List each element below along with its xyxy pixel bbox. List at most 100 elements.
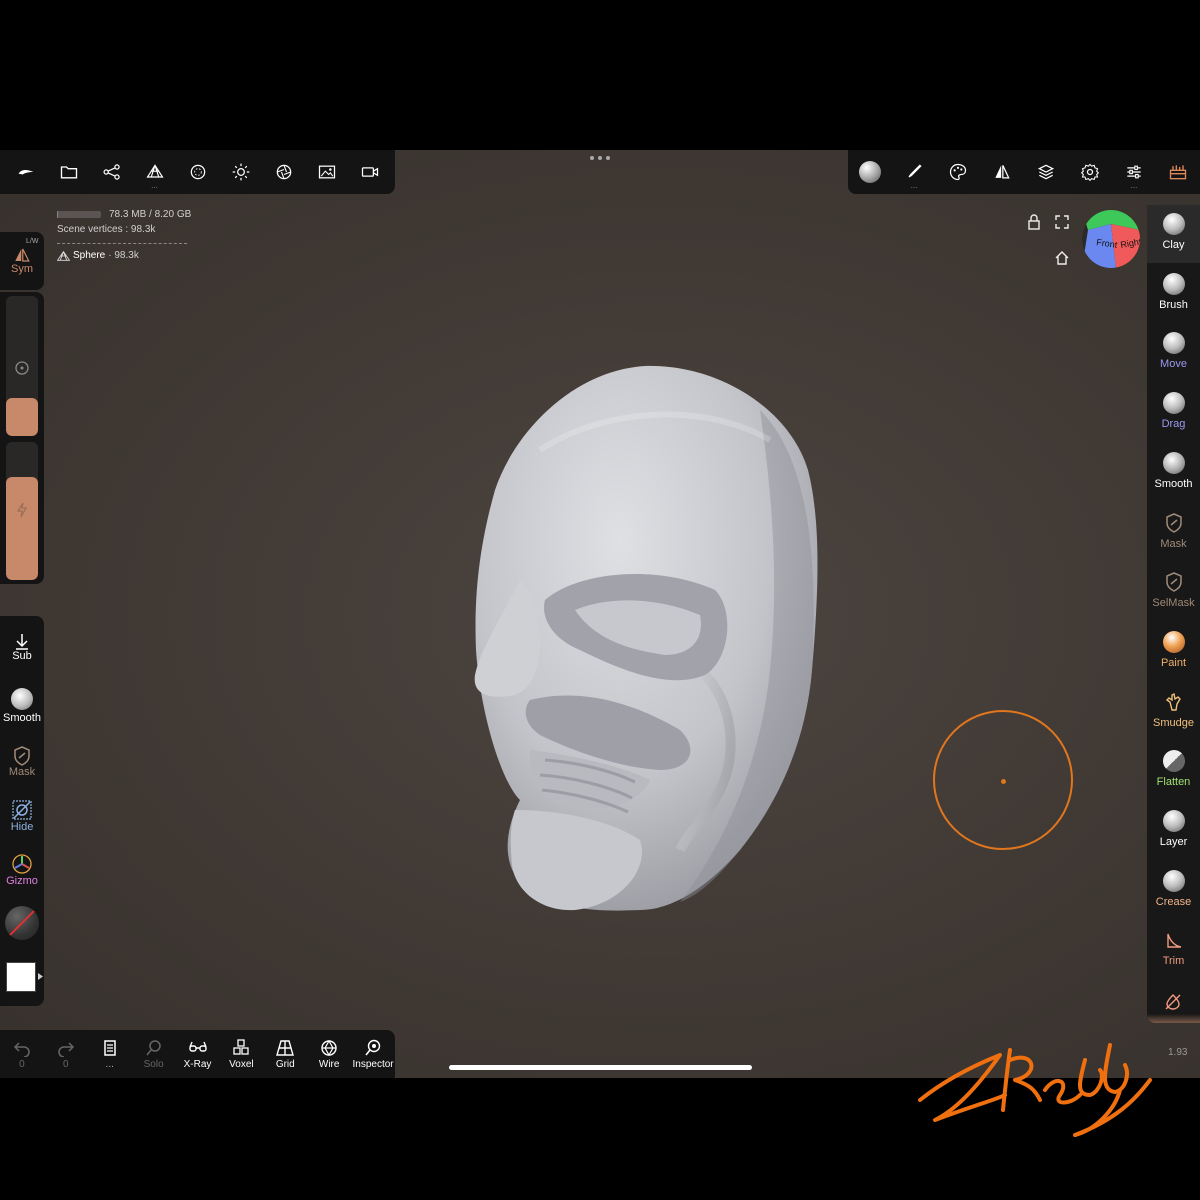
- bottom-toolbar: 0 0 ... Solo X-Ray Voxel Grid Wire Inspe…: [0, 1030, 395, 1078]
- layers-icon[interactable]: [1029, 155, 1063, 189]
- material-sphere-icon[interactable]: [853, 155, 887, 189]
- video-icon[interactable]: [353, 155, 387, 189]
- tool-label: Paint: [1160, 656, 1187, 669]
- solo-search-icon: [146, 1039, 161, 1055]
- flatten-icon: [1162, 749, 1186, 773]
- tool-label: Layer: [1159, 836, 1188, 848]
- logo-icon[interactable]: [9, 155, 43, 189]
- folder-icon[interactable]: [52, 155, 86, 189]
- object-name: Sphere: [73, 250, 106, 261]
- tool-move[interactable]: Move: [1147, 324, 1200, 382]
- grid-button[interactable]: Grid: [263, 1039, 307, 1070]
- palette-icon[interactable]: [941, 155, 975, 189]
- tool-label: Flatten: [1156, 776, 1191, 789]
- tool-label: Crease: [1155, 895, 1192, 908]
- viewport-canvas[interactable]: [0, 150, 1200, 1078]
- smooth-icon: [11, 688, 33, 710]
- skull-model: [474, 365, 818, 911]
- wire-button[interactable]: Wire: [307, 1039, 351, 1070]
- tool-trim[interactable]: Trim: [1147, 921, 1200, 979]
- tool-selmask[interactable]: SelMask: [1147, 563, 1200, 621]
- symmetry-icon[interactable]: [985, 155, 1019, 189]
- xray-button[interactable]: X-Ray: [176, 1039, 220, 1070]
- zoom-level: 1.93: [1168, 1047, 1188, 1058]
- home-indicator[interactable]: [449, 1065, 752, 1070]
- voxel-button[interactable]: Voxel: [219, 1038, 263, 1070]
- tool-layer[interactable]: Layer: [1147, 802, 1200, 860]
- inspector-label: Inspector: [352, 1058, 394, 1070]
- camera-aperture-icon[interactable]: [267, 155, 301, 189]
- tool-label: Mask: [1160, 537, 1187, 550]
- lock-icon[interactable]: [1027, 214, 1041, 230]
- tool-crease[interactable]: Crease: [1147, 862, 1200, 920]
- solo-button[interactable]: Solo: [132, 1039, 176, 1070]
- tool-smooth[interactable]: Smooth: [1147, 444, 1200, 502]
- hide-button[interactable]: Hide: [0, 790, 44, 842]
- redo-icon: [58, 1041, 74, 1057]
- layer-icon: [1162, 809, 1186, 833]
- matcap-swatch[interactable]: [5, 906, 39, 940]
- color-swatch[interactable]: [6, 962, 36, 992]
- tool-brush[interactable]: Brush: [1147, 265, 1200, 323]
- brush-stroke-icon[interactable]: ...: [897, 155, 931, 190]
- tool-clay[interactable]: Clay: [1147, 205, 1200, 263]
- fullscreen-icon[interactable]: [1055, 215, 1069, 229]
- tool-label: Smudge: [1153, 716, 1194, 729]
- sculpt-app: ... ... ... 78.3 MB / 8.20 GB Scene vert…: [0, 150, 1200, 1078]
- color-expand-icon[interactable]: [38, 973, 43, 980]
- stats-divider: [57, 243, 187, 244]
- undo-icon: [13, 1041, 30, 1057]
- topology-icon[interactable]: ...: [138, 155, 172, 190]
- tool-label: Clay: [1162, 239, 1185, 251]
- light-icon[interactable]: [224, 155, 258, 189]
- tool-flatten[interactable]: Flatten: [1147, 742, 1200, 800]
- trim-icon: [1162, 928, 1186, 952]
- no-tool-icon[interactable]: [1164, 993, 1182, 1011]
- tool-label: Trim: [1162, 955, 1185, 968]
- tool-smudge[interactable]: Smudge: [1147, 683, 1200, 741]
- radius-slider[interactable]: [6, 296, 38, 436]
- toolbox-icon[interactable]: [1161, 155, 1195, 189]
- sub-button[interactable]: Sub: [0, 622, 44, 672]
- view-cube[interactable]: Front Right: [1082, 210, 1140, 268]
- mask-button[interactable]: Mask: [0, 736, 44, 788]
- scene-stats: 78.3 MB / 8.20 GB Scene vertices : 98.3k…: [57, 207, 191, 263]
- redo-count: 0: [63, 1058, 69, 1070]
- undo-button[interactable]: 0: [0, 1039, 44, 1070]
- inspector-button[interactable]: Inspector: [351, 1039, 395, 1070]
- tool-mask[interactable]: Mask: [1147, 504, 1200, 562]
- gizmo-button[interactable]: Gizmo: [0, 844, 44, 896]
- settings-icon[interactable]: [1073, 155, 1107, 189]
- tool-drag[interactable]: Drag: [1147, 384, 1200, 442]
- tool-paint[interactable]: Paint: [1147, 623, 1200, 681]
- no-matcap-icon: [5, 906, 39, 940]
- scene-vertices: Scene vertices : 98.3k: [57, 224, 156, 235]
- sliders-icon[interactable]: ...: [1117, 155, 1151, 190]
- symmetry-icon: [15, 248, 30, 262]
- sym-label: Sym: [11, 263, 33, 275]
- intensity-slider[interactable]: [6, 442, 38, 580]
- grid-icon: [276, 1039, 295, 1056]
- sliders-sub: ...: [1130, 181, 1138, 190]
- object-row[interactable]: Sphere · 98.3k: [57, 248, 191, 263]
- home-view-icon[interactable]: [1055, 251, 1069, 265]
- top-right-toolbar: ... ...: [848, 150, 1200, 194]
- smooth-label: Smooth: [3, 712, 41, 724]
- redo-button[interactable]: 0: [44, 1039, 88, 1070]
- tool-label: SelMask: [1152, 597, 1195, 610]
- voxel-label: Voxel: [229, 1058, 254, 1070]
- solo-label: Solo: [143, 1058, 164, 1070]
- sym-panel: Sym L/W: [0, 232, 44, 290]
- drag-handle[interactable]: [590, 156, 610, 162]
- material-icon[interactable]: [181, 155, 215, 189]
- undo-count: 0: [19, 1058, 25, 1070]
- scene-graph-icon[interactable]: [95, 155, 129, 189]
- history-sub: ...: [105, 1058, 114, 1070]
- smooth-button[interactable]: Smooth: [0, 680, 44, 732]
- slider-panel: [0, 292, 44, 584]
- grid-label: Grid: [275, 1058, 295, 1070]
- image-icon[interactable]: [310, 155, 344, 189]
- book-icon: [103, 1039, 116, 1056]
- history-button[interactable]: ...: [88, 1039, 132, 1070]
- selmask-icon: [1162, 570, 1186, 594]
